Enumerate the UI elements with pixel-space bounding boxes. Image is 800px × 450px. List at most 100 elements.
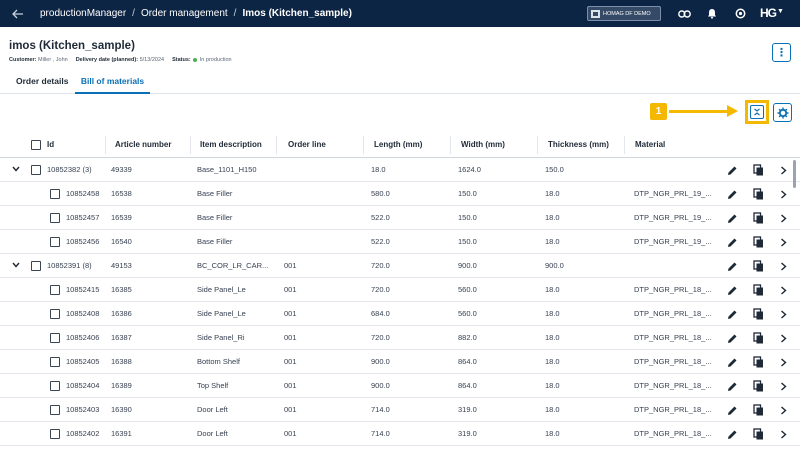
row-checkbox[interactable] [50, 357, 60, 367]
edit-pencil-icon[interactable] [725, 235, 739, 249]
edit-pencil-icon[interactable] [725, 379, 739, 393]
copy-icon[interactable] [751, 331, 765, 345]
chevron-right-icon[interactable] [776, 331, 790, 345]
chevron-right-icon[interactable] [776, 307, 790, 321]
copy-icon[interactable] [751, 235, 765, 249]
row-checkbox[interactable] [50, 309, 60, 319]
breadcrumb-separator: / [233, 8, 237, 19]
copy-icon[interactable] [751, 355, 765, 369]
row-checkbox[interactable] [50, 429, 60, 439]
chevron-right-icon[interactable] [776, 379, 790, 393]
expand-collapse-all-button[interactable] [745, 100, 769, 124]
row-expand-chevron-icon[interactable] [12, 165, 20, 174]
edit-pencil-icon[interactable] [725, 403, 739, 417]
cell-material: DTP_NGR_PRL_18_... [634, 309, 712, 318]
more-options-button[interactable]: ⋮ [772, 43, 791, 62]
copy-icon[interactable] [751, 307, 765, 321]
table-group-row[interactable]: 10852382 (3) 49339 Base_1101_H150 18.0 1624.… [0, 158, 800, 182]
edit-pencil-icon[interactable] [725, 283, 739, 297]
table-row[interactable]: 10852406 16387 Side Panel_Ri 001 720.0 882.0 1… [0, 326, 800, 350]
link-icon[interactable] [675, 5, 693, 22]
chevron-right-icon[interactable] [776, 187, 790, 201]
bell-icon[interactable] [703, 5, 721, 22]
cell-thickness: 900.0 [545, 261, 564, 270]
column-header-thickness[interactable]: Thickness (mm) [548, 140, 609, 149]
edit-pencil-icon[interactable] [725, 355, 739, 369]
copy-icon[interactable] [751, 427, 765, 441]
copy-icon[interactable] [751, 187, 765, 201]
table-settings-button[interactable] [773, 103, 792, 122]
copy-icon[interactable] [751, 403, 765, 417]
table-row[interactable]: 10852405 16388 Bottom Shelf 001 900.0 864.0 18… [0, 350, 800, 374]
table-row[interactable]: 10852402 16391 Door Left 001 714.0 319.0 18.0 D… [0, 422, 800, 446]
table-row[interactable]: 10852458 16538 Base Filler 580.0 150.0 18.0 DT… [0, 182, 800, 206]
cell-item-description: BC_COR_LR_CAR... [197, 261, 269, 270]
copy-icon[interactable] [751, 283, 765, 297]
tab-bar: Order details Bill of materials [0, 72, 800, 94]
cell-article-number: 16386 [111, 309, 132, 318]
row-checkbox[interactable] [31, 261, 41, 271]
row-checkbox[interactable] [50, 285, 60, 295]
edit-pencil-icon[interactable] [725, 259, 739, 273]
chevron-down-icon[interactable]: ▼ [777, 8, 784, 15]
table-row[interactable]: 10852457 16539 Base Filler 522.0 150.0 18.0 DT… [0, 206, 800, 230]
chevron-right-icon[interactable] [776, 211, 790, 225]
column-divider [537, 136, 538, 154]
table-row[interactable]: 10852403 16390 Door Left 001 714.0 319.0 18.0 D… [0, 398, 800, 422]
row-checkbox[interactable] [50, 213, 60, 223]
row-checkbox[interactable] [31, 165, 41, 175]
support-headset-icon[interactable] [731, 5, 749, 22]
order-meta: Customer: Miller , John Delivery date (p… [9, 57, 232, 63]
column-header-length[interactable]: Length (mm) [374, 140, 422, 149]
chevron-right-icon[interactable] [776, 403, 790, 417]
row-checkbox[interactable] [50, 405, 60, 415]
back-arrow-icon[interactable] [8, 4, 28, 23]
chevron-right-icon[interactable] [776, 355, 790, 369]
chevron-right-icon[interactable] [776, 259, 790, 273]
copy-icon[interactable] [751, 259, 765, 273]
row-checkbox[interactable] [50, 237, 60, 247]
breadcrumb-item-app[interactable]: productionManager [40, 8, 126, 19]
edit-pencil-icon[interactable] [725, 187, 739, 201]
edit-pencil-icon[interactable] [725, 307, 739, 321]
column-header-width[interactable]: Width (mm) [461, 140, 505, 149]
column-header-item-description[interactable]: Item description [200, 140, 262, 149]
row-checkbox[interactable] [50, 333, 60, 343]
column-header-material[interactable]: Material [635, 140, 665, 149]
chevron-right-icon[interactable] [776, 427, 790, 441]
column-header-article-number[interactable]: Article number [115, 140, 171, 149]
chevron-right-icon[interactable] [776, 283, 790, 297]
select-all-checkbox[interactable] [31, 140, 41, 150]
cell-material: DTP_NGR_PRL_18_... [634, 357, 712, 366]
vertical-scrollbar[interactable] [793, 160, 796, 188]
edit-pencil-icon[interactable] [725, 163, 739, 177]
cell-width: 150.0 [458, 213, 477, 222]
table-row[interactable]: 10852408 16386 Side Panel_Le 001 684.0 560.0 1… [0, 302, 800, 326]
edit-pencil-icon[interactable] [725, 331, 739, 345]
edit-pencil-icon[interactable] [725, 427, 739, 441]
chevron-right-icon[interactable] [776, 163, 790, 177]
tab-order-details[interactable]: Order details [16, 76, 68, 94]
cell-item-description: Base Filler [197, 237, 233, 246]
column-header-id[interactable]: Id [47, 140, 54, 149]
table-row[interactable]: 10852404 16389 Top Shelf 001 900.0 864.0 18.0 D… [0, 374, 800, 398]
breadcrumb-item-order-management[interactable]: Order management [141, 8, 228, 19]
tenant-selector[interactable]: HOMAG DF DEMO [587, 6, 661, 21]
cell-length: 900.0 [371, 381, 390, 390]
copy-icon[interactable] [751, 211, 765, 225]
row-checkbox[interactable] [50, 381, 60, 391]
cell-article-number: 16389 [111, 381, 132, 390]
chevron-right-icon[interactable] [776, 235, 790, 249]
cell-article-number: 16387 [111, 333, 132, 342]
column-header-order-line[interactable]: Order line [288, 140, 326, 149]
copy-icon[interactable] [751, 163, 765, 177]
row-checkbox[interactable] [50, 189, 60, 199]
row-expand-chevron-icon[interactable] [12, 261, 20, 270]
table-row[interactable]: 10852415 16385 Side Panel_Le 001 720.0 560.0 1… [0, 278, 800, 302]
edit-pencil-icon[interactable] [725, 211, 739, 225]
table-group-row[interactable]: 10852391 (8) 49153 BC_COR_LR_CAR... 001 720.… [0, 254, 800, 278]
table-row[interactable]: 10852456 16540 Base Filler 522.0 150.0 18.0 DT… [0, 230, 800, 254]
tenant-label: HOMAG DF DEMO [603, 10, 651, 17]
copy-icon[interactable] [751, 379, 765, 393]
tab-bill-of-materials[interactable]: Bill of materials [75, 76, 150, 94]
